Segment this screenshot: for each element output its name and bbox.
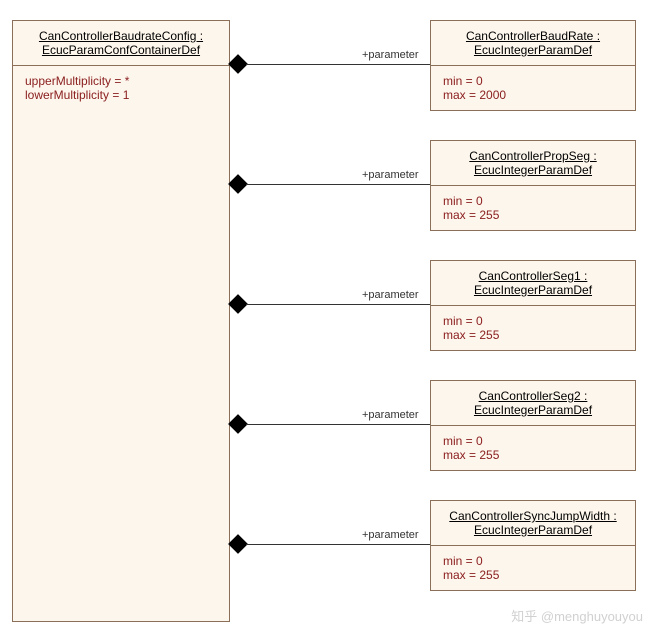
lower-multiplicity: lowerMultiplicity = 1: [25, 88, 217, 102]
param-max: max = 255: [443, 568, 623, 582]
param-min: min = 0: [443, 554, 623, 568]
param-box-syncjumpwidth: CanControllerSyncJumpWidth : EcucInteger…: [430, 500, 636, 591]
param-name-line2: EcucIntegerParamDef: [439, 523, 627, 537]
param-body: min = 0 max = 255: [431, 546, 635, 590]
container-def-box: CanControllerBaudrateConfig : EcucParamC…: [12, 20, 230, 622]
composition-diamond-icon: [228, 294, 248, 314]
role-label: +parameter: [362, 49, 419, 61]
container-attributes: upperMultiplicity = * lowerMultiplicity …: [13, 66, 229, 110]
param-max: max = 255: [443, 448, 623, 462]
param-header: CanControllerSeg1 : EcucIntegerParamDef: [431, 261, 635, 306]
param-header: CanControllerSeg2 : EcucIntegerParamDef: [431, 381, 635, 426]
param-box-seg1: CanControllerSeg1 : EcucIntegerParamDef …: [430, 260, 636, 351]
param-name-line1: CanControllerPropSeg :: [439, 149, 627, 163]
param-name-line2: EcucIntegerParamDef: [439, 43, 627, 57]
param-name-line1: CanControllerSeg2 :: [439, 389, 627, 403]
composition-diamond-icon: [228, 174, 248, 194]
composition-diamond-icon: [228, 54, 248, 74]
param-min: min = 0: [443, 194, 623, 208]
param-body: min = 0 max = 255: [431, 306, 635, 350]
container-header: CanControllerBaudrateConfig : EcucParamC…: [13, 21, 229, 66]
role-label: +parameter: [362, 529, 419, 541]
role-label: +parameter: [362, 169, 419, 181]
param-body: min = 0 max = 2000: [431, 66, 635, 110]
param-name-line1: CanControllerSeg1 :: [439, 269, 627, 283]
composition-diamond-icon: [228, 414, 248, 434]
param-header: CanControllerBaudRate : EcucIntegerParam…: [431, 21, 635, 66]
param-box-propseg: CanControllerPropSeg : EcucIntegerParamD…: [430, 140, 636, 231]
param-max: max = 2000: [443, 88, 623, 102]
container-name-line1: CanControllerBaudrateConfig :: [23, 29, 219, 43]
role-label: +parameter: [362, 289, 419, 301]
param-header: CanControllerSyncJumpWidth : EcucInteger…: [431, 501, 635, 546]
param-name-line1: CanControllerSyncJumpWidth :: [439, 509, 627, 523]
connector-line: [246, 64, 430, 65]
param-name-line2: EcucIntegerParamDef: [439, 403, 627, 417]
param-name-line2: EcucIntegerParamDef: [439, 283, 627, 297]
param-min: min = 0: [443, 434, 623, 448]
connector-line: [246, 184, 430, 185]
param-box-seg2: CanControllerSeg2 : EcucIntegerParamDef …: [430, 380, 636, 471]
upper-multiplicity: upperMultiplicity = *: [25, 74, 217, 88]
connector-line: [246, 304, 430, 305]
connector-line: [246, 544, 430, 545]
composition-diamond-icon: [228, 534, 248, 554]
param-box-baudrate: CanControllerBaudRate : EcucIntegerParam…: [430, 20, 636, 111]
param-max: max = 255: [443, 328, 623, 342]
role-label: +parameter: [362, 409, 419, 421]
param-body: min = 0 max = 255: [431, 186, 635, 230]
param-min: min = 0: [443, 314, 623, 328]
param-header: CanControllerPropSeg : EcucIntegerParamD…: [431, 141, 635, 186]
param-body: min = 0 max = 255: [431, 426, 635, 470]
param-name-line1: CanControllerBaudRate :: [439, 29, 627, 43]
param-name-line2: EcucIntegerParamDef: [439, 163, 627, 177]
watermark-text: 知乎 @menghuyouyou: [511, 606, 643, 625]
param-max: max = 255: [443, 208, 623, 222]
container-name-line2: EcucParamConfContainerDef: [23, 43, 219, 57]
param-min: min = 0: [443, 74, 623, 88]
connector-line: [246, 424, 430, 425]
